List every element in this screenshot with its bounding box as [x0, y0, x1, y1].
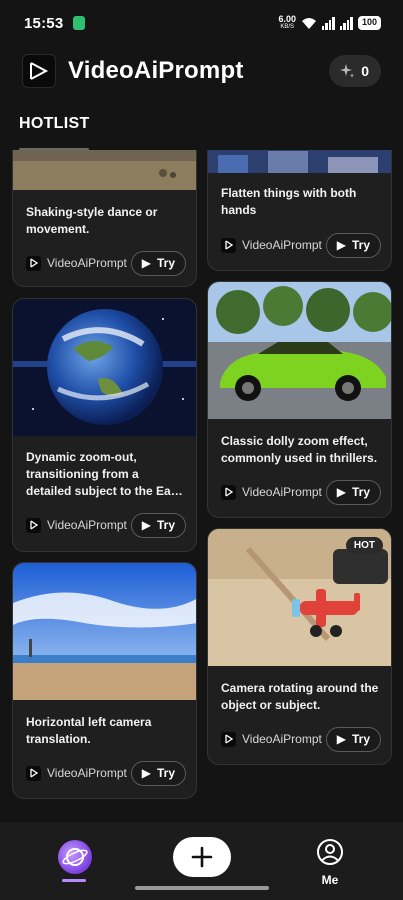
notification-app-icon [73, 16, 86, 30]
prompt-card[interactable]: Flatten things with both hands VideoAiPr… [207, 150, 392, 271]
signal-icon-2 [339, 16, 353, 30]
video-thumbnail [13, 299, 196, 436]
play-logo-icon [26, 255, 41, 271]
active-tab-indicator [62, 879, 86, 882]
video-thumbnail [208, 282, 391, 419]
video-thumbnail [13, 150, 196, 190]
play-logo-icon [221, 237, 236, 253]
home-indicator [135, 886, 269, 890]
card-footer: VideoAiPrompt ▶ Try [26, 250, 186, 276]
card-caption: Flatten things with both hands [221, 186, 357, 217]
card-caption: Camera rotating around the object or sub… [221, 681, 379, 712]
card-footer: VideoAiPrompt ▶ Try [26, 512, 186, 538]
plus-icon [191, 846, 213, 868]
play-icon: ▶ [336, 732, 346, 746]
try-button[interactable]: ▶ Try [130, 512, 186, 538]
card-footer: VideoAiPrompt ▶ Try [221, 479, 381, 505]
card-brand: VideoAiPrompt [242, 238, 322, 252]
play-icon: ▶ [336, 485, 346, 499]
credits-count: 0 [361, 63, 369, 79]
video-thumbnail: HOT [208, 529, 391, 666]
card-caption: Shaking-style dance or movement. [26, 205, 158, 236]
prompt-card[interactable]: Classic dolly zoom effect, commonly used… [207, 281, 392, 518]
nav-me[interactable]: Me [310, 838, 350, 887]
sparkle-icon [340, 64, 355, 78]
hot-badge: HOT [345, 537, 383, 554]
app-title: VideoAiPrompt [68, 57, 244, 84]
nav-me-label: Me [321, 873, 339, 887]
card-brand: VideoAiPrompt [242, 485, 322, 499]
card-brand: VideoAiPrompt [47, 256, 127, 270]
battery-icon: 100 [357, 16, 381, 30]
card-brand: VideoAiPrompt [47, 766, 127, 780]
card-caption: Dynamic zoom-out, transitioning from a d… [26, 450, 183, 498]
create-button[interactable] [173, 837, 231, 877]
prompt-card[interactable]: HOT Camera rotating around the object or… [207, 528, 392, 765]
app-header: VideoAiPrompt 0 [22, 52, 381, 90]
signal-icon [321, 16, 335, 30]
video-thumbnail [208, 150, 391, 173]
prompt-card[interactable]: Shaking-style dance or movement. VideoAi… [12, 150, 197, 287]
play-logo-icon [22, 54, 56, 88]
try-button[interactable]: ▶ Try [130, 760, 186, 786]
card-footer: VideoAiPrompt ▶ Try [221, 726, 381, 752]
prompt-card[interactable]: Horizontal left camera translation. Vide… [12, 562, 197, 799]
status-bar: 15:53 6.00 KB/S 100 [0, 0, 403, 46]
try-button[interactable]: ▶ Try [325, 479, 381, 505]
video-thumbnail [13, 563, 196, 700]
play-icon: ▶ [141, 766, 151, 780]
credits-button[interactable]: 0 [329, 55, 381, 87]
card-brand: VideoAiPrompt [47, 518, 127, 532]
card-caption: Classic dolly zoom effect, commonly used… [221, 434, 378, 465]
planet-icon[interactable] [58, 840, 92, 874]
status-time: 15:53 [24, 14, 64, 32]
play-logo-icon [221, 731, 236, 747]
play-icon: ▶ [141, 256, 151, 270]
network-speed: 6.00 KB/S [278, 14, 296, 31]
play-logo-icon [26, 517, 41, 533]
play-logo-icon [221, 484, 236, 500]
card-caption: Horizontal left camera translation. [26, 715, 152, 746]
play-logo-icon [26, 765, 41, 781]
card-brand: VideoAiPrompt [242, 732, 322, 746]
play-icon: ▶ [141, 518, 151, 532]
section-title: HOTLIST [19, 115, 90, 132]
try-button[interactable]: ▶ Try [325, 232, 381, 258]
card-footer: VideoAiPrompt ▶ Try [221, 232, 381, 258]
status-indicators: 6.00 KB/S 100 [278, 15, 381, 31]
wifi-icon [301, 17, 316, 29]
user-icon [317, 839, 343, 865]
try-button[interactable]: ▶ Try [325, 726, 381, 752]
try-button[interactable]: ▶ Try [130, 250, 186, 276]
card-footer: VideoAiPrompt ▶ Try [26, 760, 186, 786]
video-feed[interactable]: Shaking-style dance or movement. VideoAi… [0, 150, 403, 822]
prompt-card[interactable]: Dynamic zoom-out, transitioning from a d… [12, 298, 197, 552]
play-icon: ▶ [336, 238, 346, 252]
